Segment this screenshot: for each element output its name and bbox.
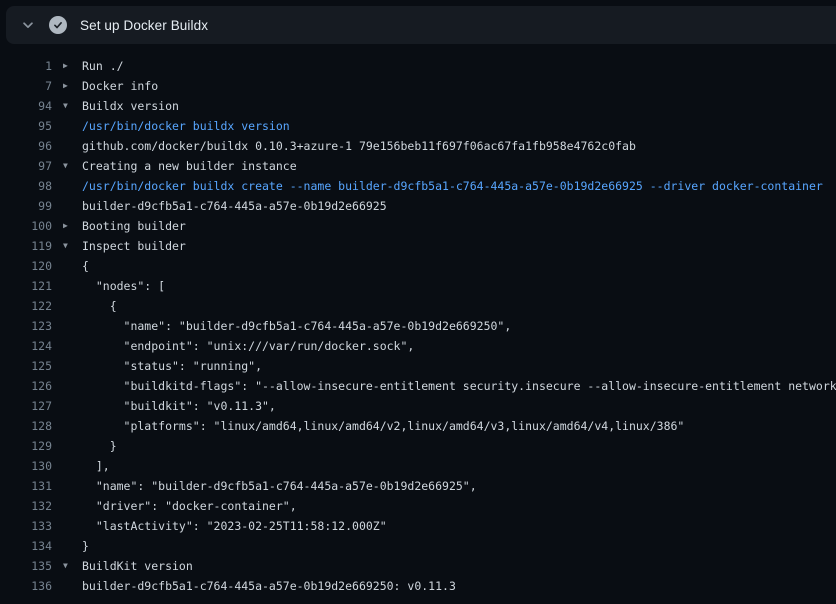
line-number[interactable]: 100 [0, 216, 52, 236]
log-output-text: "name": "builder-d9cfb5a1-c764-445a-a57e… [82, 316, 511, 336]
triangle-right-icon: ▶ [63, 76, 77, 96]
line-number[interactable]: 124 [0, 336, 52, 356]
line-number[interactable]: 134 [0, 536, 52, 556]
line-number[interactable]: 119 [0, 236, 52, 256]
log-output-text: "lastActivity": "2023-02-25T11:58:12.000… [82, 516, 387, 536]
line-number[interactable]: 131 [0, 476, 52, 496]
log-line-134: 134} [0, 536, 836, 556]
line-number[interactable]: 130 [0, 456, 52, 476]
log-line-124: 124 "endpoint": "unix:///var/run/docker.… [0, 336, 836, 356]
triangle-right-icon: ▶ [63, 216, 77, 236]
triangle-down-icon: ▼ [63, 96, 77, 116]
line-number[interactable]: 122 [0, 296, 52, 316]
line-number[interactable]: 96 [0, 136, 52, 156]
log-line-130: 130 ], [0, 456, 836, 476]
log-output-text: "buildkitd-flags": "--allow-insecure-ent… [82, 376, 836, 396]
log-output-text: } [82, 536, 89, 556]
log-line-96: 96 github.com/docker/buildx 0.10.3+azure-… [0, 136, 836, 156]
log-output-text: builder-d9cfb5a1-c764-445a-a57e-0b19d2e6… [82, 196, 387, 216]
log-group-title: Creating a new builder instance [82, 156, 297, 176]
chevron-down-icon[interactable] [20, 17, 36, 33]
log-output-text: "name": "builder-d9cfb5a1-c764-445a-a57e… [82, 476, 477, 496]
line-number[interactable]: 136 [0, 576, 52, 596]
log-output-text: "platforms": "linux/amd64,linux/amd64/v2… [82, 416, 684, 436]
log-line-132: 132 "driver": "docker-container", [0, 496, 836, 516]
line-number[interactable]: 94 [0, 96, 52, 116]
log-output-text: builder-d9cfb5a1-c764-445a-a57e-0b19d2e6… [82, 576, 456, 596]
line-number[interactable]: 135 [0, 556, 52, 576]
line-number[interactable]: 97 [0, 156, 52, 176]
log-group-7[interactable]: 7 ▶Docker info [0, 76, 836, 96]
triangle-down-icon: ▼ [63, 556, 77, 576]
line-number[interactable]: 127 [0, 396, 52, 416]
line-number[interactable]: 1 [0, 56, 52, 76]
log-line-128: 128 "platforms": "linux/amd64,linux/amd6… [0, 416, 836, 436]
triangle-down-icon: ▼ [63, 156, 77, 176]
log-group-119[interactable]: 119 ▼Inspect builder [0, 236, 836, 256]
line-number[interactable]: 128 [0, 416, 52, 436]
log-line-122: 122 { [0, 296, 836, 316]
line-number[interactable]: 123 [0, 316, 52, 336]
log-group-title: Run ./ [82, 56, 124, 76]
log-group-97[interactable]: 97 ▼Creating a new builder instance [0, 156, 836, 176]
log-group-title: Buildx version [82, 96, 179, 116]
line-number[interactable]: 133 [0, 516, 52, 536]
line-number[interactable]: 121 [0, 276, 52, 296]
log-command-text: /usr/bin/docker buildx version [82, 116, 290, 136]
line-number[interactable]: 125 [0, 356, 52, 376]
log-line-95: 95/usr/bin/docker buildx version [0, 116, 836, 136]
log-group-135[interactable]: 135 ▼BuildKit version [0, 556, 836, 576]
log-output-text: "endpoint": "unix:///var/run/docker.sock… [82, 336, 414, 356]
check-circle-icon [49, 16, 67, 34]
log-command-text: /usr/bin/docker buildx create --name bui… [82, 176, 823, 196]
log-line-126: 126 "buildkitd-flags": "--allow-insecure… [0, 376, 836, 396]
log-line-129: 129 } [0, 436, 836, 456]
line-number[interactable]: 132 [0, 496, 52, 516]
log-output-text: "status": "running", [82, 356, 262, 376]
triangle-right-icon: ▶ [63, 56, 77, 76]
log-line-127: 127 "buildkit": "v0.11.3", [0, 396, 836, 416]
log-line-133: 133 "lastActivity": "2023-02-25T11:58:12… [0, 516, 836, 536]
log-line-99: 99 builder-d9cfb5a1-c764-445a-a57e-0b19d2… [0, 196, 836, 216]
log-output-text: github.com/docker/buildx 0.10.3+azure-1 … [82, 136, 636, 156]
step-header[interactable]: Set up Docker Buildx [6, 6, 836, 44]
log-group-title: Booting builder [82, 216, 186, 236]
line-number[interactable]: 95 [0, 116, 52, 136]
log-line-123: 123 "name": "builder-d9cfb5a1-c764-445a-… [0, 316, 836, 336]
line-number[interactable]: 126 [0, 376, 52, 396]
log-line-125: 125 "status": "running", [0, 356, 836, 376]
log-output-text: { [82, 296, 117, 316]
log-output-text: { [82, 256, 89, 276]
log-lines: 1▶Run ./7▶Docker info94▼Buildx version95… [0, 44, 836, 596]
line-number[interactable]: 129 [0, 436, 52, 456]
log-group-title: BuildKit version [82, 556, 193, 576]
log-line-120: 120 { [0, 256, 836, 276]
log-group-title: Docker info [82, 76, 158, 96]
line-number[interactable]: 120 [0, 256, 52, 276]
log-group-100[interactable]: 100 ▶Booting builder [0, 216, 836, 236]
log-line-121: 121 "nodes": [ [0, 276, 836, 296]
triangle-down-icon: ▼ [63, 236, 77, 256]
log-group-94[interactable]: 94 ▼Buildx version [0, 96, 836, 116]
line-number[interactable]: 99 [0, 196, 52, 216]
log-line-136: 136 builder-d9cfb5a1-c764-445a-a57e-0b19d… [0, 576, 836, 596]
log-output-text: } [82, 436, 117, 456]
log-line-98: 98/usr/bin/docker buildx create --name b… [0, 176, 836, 196]
log-line-131: 131 "name": "builder-d9cfb5a1-c764-445a-… [0, 476, 836, 496]
log-output-text: ], [82, 456, 110, 476]
log-group-title: Inspect builder [82, 236, 186, 256]
log-output-text: "nodes": [ [82, 276, 165, 296]
log-output-text: "driver": "docker-container", [82, 496, 297, 516]
log-output-text: "buildkit": "v0.11.3", [82, 396, 276, 416]
line-number[interactable]: 98 [0, 176, 52, 196]
line-number[interactable]: 7 [0, 76, 52, 96]
log-group-1[interactable]: 1 ▶Run ./ [0, 56, 836, 76]
step-title: Set up Docker Buildx [80, 18, 208, 33]
